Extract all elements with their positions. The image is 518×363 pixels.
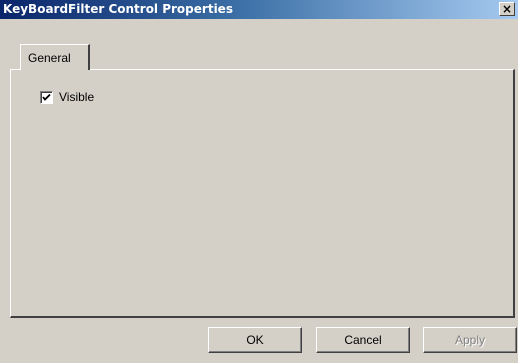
apply-button[interactable]: Apply [423, 327, 517, 353]
title-bar[interactable]: KeyBoardFilter Control Properties × [0, 0, 518, 19]
visible-checkbox[interactable] [40, 90, 53, 104]
ok-button[interactable]: OK [208, 327, 302, 353]
cancel-button[interactable]: Cancel [316, 327, 410, 353]
window-title: KeyBoardFilter Control Properties [3, 2, 233, 16]
properties-dialog: KeyBoardFilter Control Properties × Gene… [0, 0, 518, 363]
tab-general-label: General [28, 51, 71, 65]
tab-panel-general [10, 69, 515, 318]
checkmark-icon [42, 93, 51, 101]
close-button[interactable]: × [499, 2, 515, 16]
close-icon: × [501, 2, 513, 16]
visible-checkbox-label: Visible [59, 90, 95, 104]
visible-checkbox-row[interactable]: Visible [40, 89, 94, 105]
tab-general[interactable]: General [20, 44, 90, 70]
